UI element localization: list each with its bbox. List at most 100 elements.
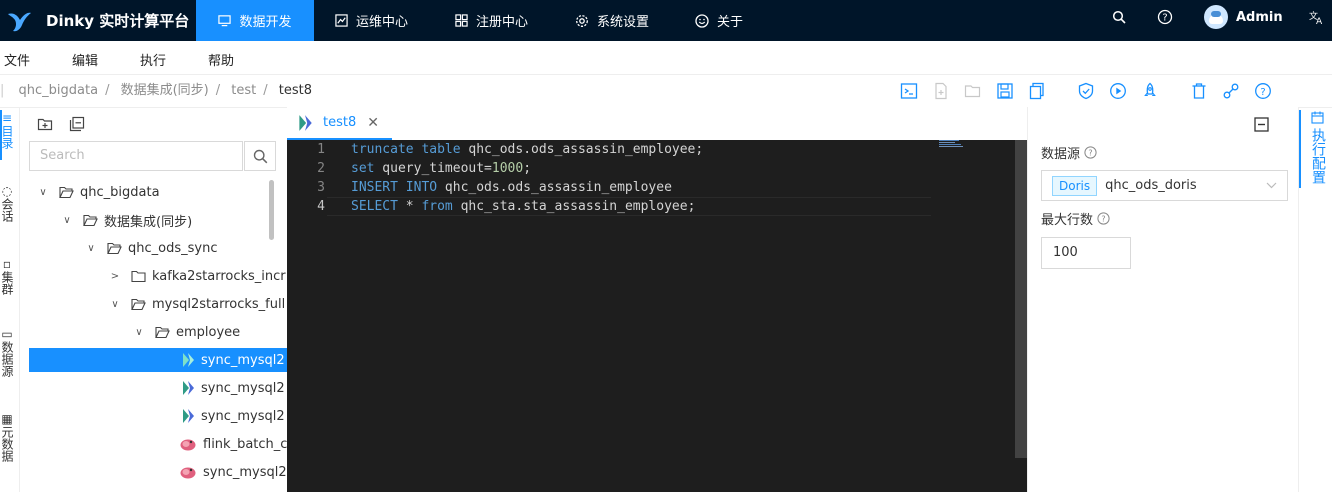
nav-tab-ops[interactable]: 运维中心 [335, 0, 408, 41]
folder-open-icon [83, 214, 98, 226]
tree-node-label: employee [176, 324, 241, 340]
catalog-panel: Search ∨ qhc_bigdata ∨ 数据集成(同步) ∨ qhc_od… [19, 107, 429, 492]
chevron-down-icon[interactable]: ∨ [133, 327, 145, 338]
open-folder-icon[interactable] [964, 82, 982, 100]
chevron-down-icon[interactable]: ∨ [85, 243, 97, 254]
help-icon[interactable]: ? [1157, 9, 1173, 25]
search-icon [253, 149, 267, 163]
grid-icon [455, 14, 468, 27]
tree-node-data-integration[interactable]: ∨ 数据集成(同步) [29, 208, 309, 232]
folder-open-icon [155, 326, 170, 338]
close-icon[interactable]: ✕ [367, 115, 379, 131]
sql-text: qhc_ods.ods_assassin_employee [437, 180, 672, 195]
rail-exec-config-label: 执行配置 [1310, 128, 1326, 184]
question-icon[interactable]: ? [1084, 146, 1097, 159]
list-icon: ≡ [1, 111, 13, 125]
breadcrumb-item[interactable]: qhc_bigdata [19, 83, 99, 98]
rail-catalog[interactable]: ≡ 目录 [0, 111, 14, 149]
copy-icon[interactable] [1028, 82, 1046, 100]
code-editor[interactable]: 1 2 3 4 truncate table qhc_ods.ods_assas… [287, 140, 1027, 492]
folder-open-icon [59, 186, 74, 198]
new-folder-icon[interactable] [37, 116, 53, 132]
nav-tab-data-dev[interactable]: 数据开发 [196, 0, 314, 41]
api-link-icon[interactable] [1222, 82, 1240, 100]
calendar-icon [1310, 111, 1324, 124]
minimize-icon[interactable] [1254, 117, 1269, 132]
editor-tab-test8[interactable]: test8 ✕ [287, 107, 392, 140]
svg-text:?: ? [1162, 13, 1167, 24]
collapse-all-icon[interactable] [69, 116, 85, 132]
rail-cluster[interactable]: ▫ 集群 [0, 257, 14, 295]
exec-config-panel: 数据源 ? Doris qhc_ods_doris 最大行数 ? 100 [1027, 107, 1299, 492]
breadcrumb-current: test8 [278, 83, 313, 98]
database-icon: ▭ [1, 327, 13, 341]
tree-search-button[interactable] [244, 141, 276, 171]
question-icon[interactable]: ? [1097, 212, 1110, 225]
menu-run[interactable]: 执行 [140, 50, 166, 69]
tree-node-label: sync_mysql2 [201, 380, 285, 396]
editor-tabs: test8 ✕ [287, 107, 1027, 141]
search-icon[interactable] [1112, 10, 1126, 24]
chart-box-icon [335, 14, 348, 27]
sql-text: qhc_ods.ods_assassin_employee; [460, 142, 704, 157]
code-line: truncate table qhc_ods.ods_assassin_empl… [351, 142, 703, 157]
rail-datasource[interactable]: ▭ 数据源 [0, 327, 14, 377]
tree-node-label: 数据集成(同步) [104, 214, 193, 230]
terminal-icon[interactable] [900, 82, 918, 100]
nav-tab-label: 数据开发 [239, 15, 292, 30]
menu-help[interactable]: 帮助 [208, 50, 234, 69]
editor-minimap[interactable] [939, 140, 1015, 148]
editor-tab-label: test8 [323, 115, 357, 130]
tree-scrollbar[interactable] [269, 180, 274, 240]
rocket-icon[interactable] [1141, 82, 1159, 100]
chevron-down-icon[interactable]: ∨ [109, 299, 121, 310]
maxrows-input[interactable]: 100 [1041, 237, 1131, 269]
flinksql-icon [183, 353, 194, 367]
chevron-down-icon[interactable]: ∨ [61, 215, 73, 226]
line-number: 2 [317, 161, 325, 176]
breadcrumb-item[interactable]: test [231, 83, 256, 98]
translate-icon[interactable]: 文A [1309, 9, 1325, 25]
play-icon[interactable] [1109, 82, 1127, 100]
breadcrumb-item[interactable]: 数据集成(同步) [121, 83, 209, 98]
tree-node-label: kafka2starrocks_incr [152, 268, 286, 284]
datasource-type-tag: Doris [1052, 175, 1098, 196]
line-number: 4 [317, 199, 325, 214]
rail-session-label: 会话 [0, 198, 14, 222]
username[interactable]: Admin [1236, 10, 1283, 25]
tree-node-label: flink_batch_c [203, 436, 288, 452]
chevron-right-icon[interactable]: > [109, 271, 121, 282]
flinksql-icon [183, 381, 194, 395]
chat-icon: ◌ [1, 184, 13, 198]
menu-edit[interactable]: 编辑 [72, 50, 98, 69]
tree-node-qhc-bigdata[interactable]: ∨ qhc_bigdata [29, 180, 285, 204]
maxrows-label-text: 最大行数 [1041, 213, 1094, 228]
tree-node-label: qhc_bigdata [80, 184, 160, 200]
help-circle-icon[interactable]: ? [1254, 82, 1272, 100]
tree-node-label: sync_mysql2 [201, 352, 285, 368]
nav-tab-about[interactable]: 关于 [695, 0, 743, 41]
delete-icon[interactable] [1190, 82, 1208, 100]
rail-exec-config[interactable]: 执行配置 [1310, 111, 1326, 184]
datasource-select[interactable]: Doris qhc_ods_doris [1041, 170, 1288, 201]
code-line: SELECT * from qhc_sta.sta_assassin_emplo… [351, 199, 695, 214]
tree-search-input[interactable]: Search [29, 141, 243, 171]
save-icon[interactable] [996, 82, 1014, 100]
chevron-down-icon[interactable]: ∨ [37, 187, 49, 198]
maxrows-label: 最大行数 ? [1041, 209, 1110, 228]
sql-text: ; [523, 161, 532, 176]
rail-metadata[interactable]: ▦ 元数据 [0, 412, 14, 462]
menu-file[interactable]: 文件 [4, 50, 30, 69]
new-file-icon[interactable] [932, 82, 950, 100]
flink-squirrel-icon [180, 467, 196, 479]
rail-session[interactable]: ◌ 会话 [0, 184, 14, 222]
editor-scrollbar[interactable] [1015, 140, 1027, 458]
nav-tab-registry[interactable]: 注册中心 [455, 0, 528, 41]
nav-tab-settings[interactable]: 系统设置 [575, 0, 649, 41]
tree-node-label: mysql2starrocks_full [152, 296, 286, 312]
cluster-icon: ▫ [2, 257, 12, 271]
avatar[interactable] [1204, 5, 1228, 29]
svg-text:A: A [1316, 17, 1323, 25]
code-line: INSERT INTO qhc_ods.ods_assassin_employe… [351, 180, 672, 195]
check-shield-icon[interactable] [1077, 82, 1095, 100]
